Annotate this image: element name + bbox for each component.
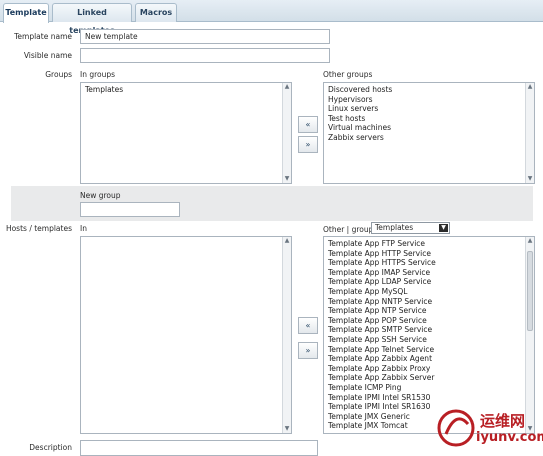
scroll-up-icon[interactable]: ▲ <box>283 83 291 91</box>
list-item[interactable]: Template App IMAP Service <box>324 268 534 278</box>
list-item[interactable]: Template App LDAP Service <box>324 277 534 287</box>
visible-name-field[interactable] <box>80 48 330 63</box>
list-item[interactable]: Template App MySQL <box>324 287 534 297</box>
visible-name-label: Visible name <box>23 51 72 60</box>
list-item[interactable]: Template App SMTP Service <box>324 325 534 335</box>
tab-bar: Template Linked templates Macros <box>0 0 543 35</box>
add-group-button[interactable]: « <box>298 116 318 133</box>
description-label: Description <box>29 443 72 452</box>
in-hosts-scrollbar[interactable]: ▲ ▼ <box>282 237 291 433</box>
in-groups-label: In groups <box>80 70 116 79</box>
list-item[interactable]: Discovered hosts <box>324 85 534 95</box>
scroll-up-icon[interactable]: ▲ <box>526 237 534 245</box>
other-groups-list[interactable]: Discovered hosts Hypervisors Linux serve… <box>323 82 535 184</box>
scroll-up-icon[interactable]: ▲ <box>526 83 534 91</box>
scroll-down-icon[interactable]: ▼ <box>526 175 534 183</box>
list-item[interactable]: Template App SSH Service <box>324 335 534 345</box>
template-name-label: Template name <box>14 32 72 41</box>
groups-label: Groups <box>45 70 72 79</box>
in-hosts-list[interactable]: ▲ ▼ <box>80 236 292 434</box>
hosts-templates-label: Hosts / templates <box>5 224 72 233</box>
list-item[interactable]: Templates <box>81 85 291 95</box>
watermark: 运维网 iyunv.com <box>432 404 543 452</box>
list-item[interactable]: Template App HTTP Service <box>324 249 534 259</box>
new-group-field[interactable] <box>80 202 180 217</box>
scroll-down-icon[interactable]: ▼ <box>283 175 291 183</box>
list-item[interactable]: Template App POP Service <box>324 316 534 326</box>
new-group-label: New group <box>80 191 121 200</box>
other-groups-label: Other groups <box>323 70 373 79</box>
list-item[interactable]: Template App NNTP Service <box>324 297 534 307</box>
in-groups-list[interactable]: Templates ▲ ▼ <box>80 82 292 184</box>
list-item[interactable]: Test hosts <box>324 114 534 124</box>
group-select[interactable]: Templates ▼ <box>371 222 450 234</box>
list-item[interactable]: Template App HTTPS Service <box>324 258 534 268</box>
list-item[interactable]: Linux servers <box>324 104 534 114</box>
add-host-button[interactable]: « <box>298 317 318 334</box>
list-item[interactable]: Template IPMI Intel SR1530 <box>324 393 534 403</box>
scrollbar-thumb[interactable] <box>527 251 533 331</box>
list-item[interactable]: Template App Zabbix Agent <box>324 354 534 364</box>
list-item[interactable]: Template App NTP Service <box>324 306 534 316</box>
group-select-value: Templates <box>375 223 414 232</box>
remove-host-button[interactable]: » <box>298 342 318 359</box>
list-item[interactable]: Hypervisors <box>324 95 534 105</box>
template-name-field[interactable]: New template <box>80 29 330 44</box>
chevron-down-icon[interactable]: ▼ <box>439 224 448 232</box>
in-label: In <box>80 224 87 233</box>
list-item[interactable]: Template App Zabbix Server <box>324 373 534 383</box>
list-item[interactable]: Template App FTP Service <box>324 239 534 249</box>
list-item[interactable]: Template App Zabbix Proxy <box>324 364 534 374</box>
scroll-up-icon[interactable]: ▲ <box>283 237 291 245</box>
list-item[interactable]: Zabbix servers <box>324 133 534 143</box>
other-groups-scrollbar[interactable]: ▲ ▼ <box>525 83 534 183</box>
tab-template[interactable]: Template <box>3 3 49 23</box>
list-item[interactable]: Virtual machines <box>324 123 534 133</box>
list-item[interactable]: Template App Telnet Service <box>324 345 534 355</box>
list-item[interactable]: Template ICMP Ping <box>324 383 534 393</box>
in-groups-scrollbar[interactable]: ▲ ▼ <box>282 83 291 183</box>
description-field[interactable] <box>80 440 318 456</box>
other-group-label: Other | group <box>323 225 374 234</box>
watermark-cn: 运维网 <box>480 412 526 430</box>
tab-linked-templates[interactable]: Linked templates <box>52 3 132 35</box>
remove-group-button[interactable]: » <box>298 136 318 153</box>
tab-macros[interactable]: Macros <box>135 3 177 22</box>
watermark-url: iyunv.com <box>476 430 543 445</box>
scroll-down-icon[interactable]: ▼ <box>283 425 291 433</box>
